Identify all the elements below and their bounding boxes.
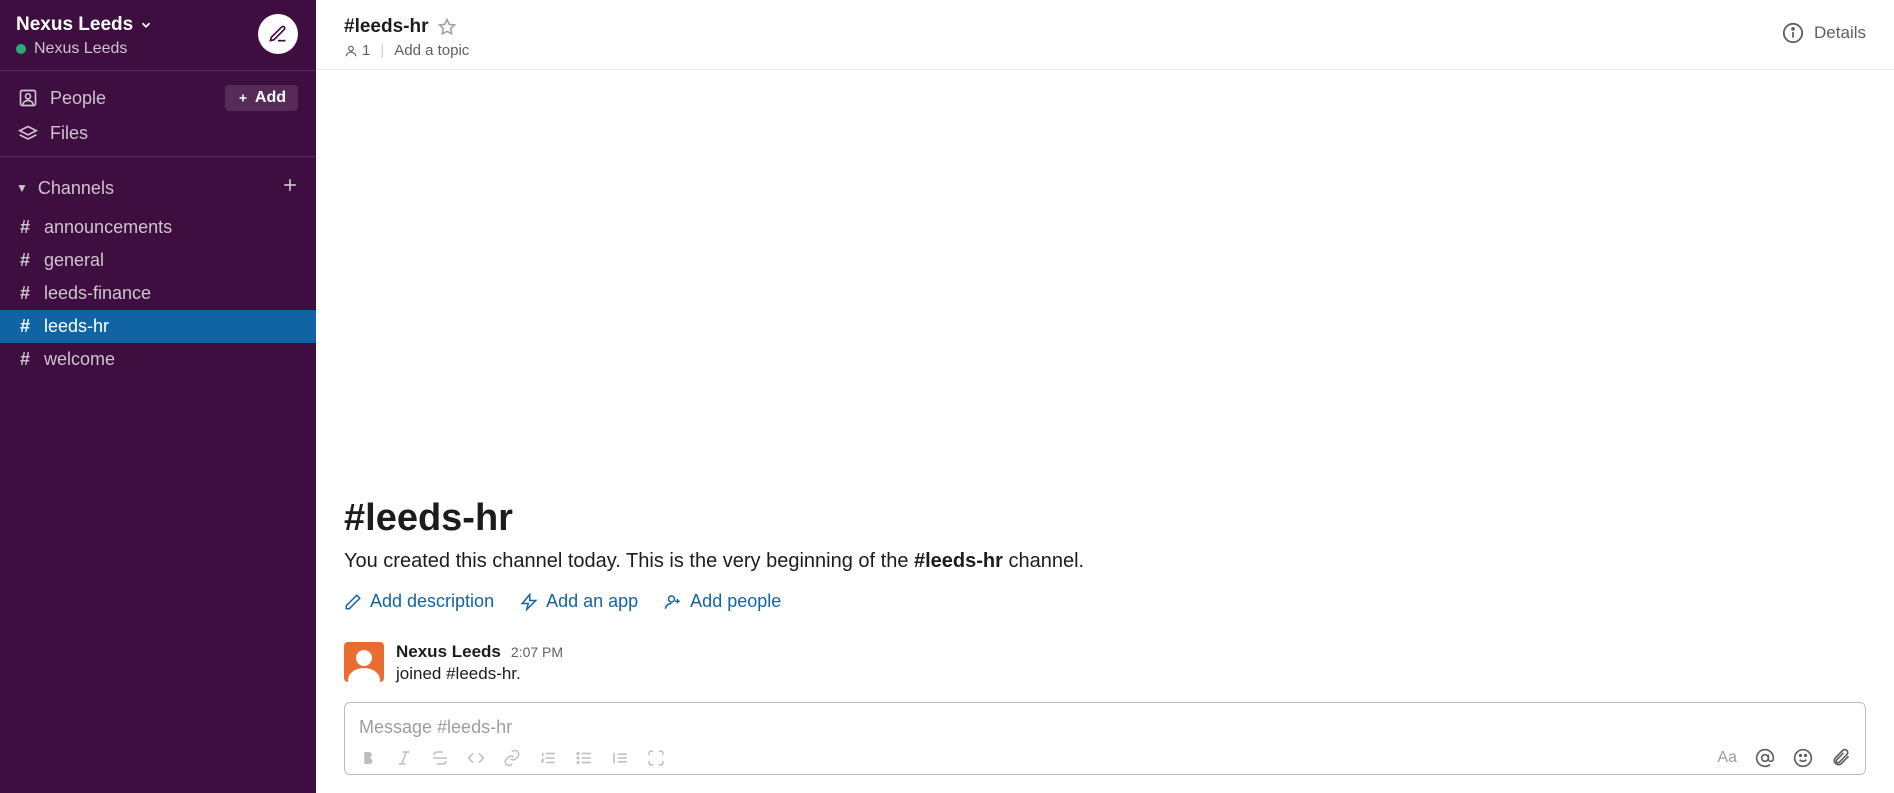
files-icon (18, 124, 38, 144)
channel-intro: #leeds-hr You created this channel today… (344, 317, 1866, 624)
composer-area: Aa (316, 694, 1894, 793)
info-icon[interactable] (1782, 22, 1804, 44)
emoji-button[interactable] (1793, 748, 1813, 768)
channels-header-toggle[interactable]: ▼ Channels (16, 178, 114, 199)
code-block-button[interactable] (647, 749, 665, 767)
sidebar-item-label: People (50, 88, 106, 109)
intro-text: You created this channel today. This is … (344, 550, 1866, 573)
workspace-name: Nexus Leeds (16, 14, 133, 36)
bold-button[interactable] (359, 749, 377, 767)
sidebar: Nexus Leeds Nexus Leeds People Add (0, 0, 316, 793)
message-list: #leeds-hr You created this channel today… (316, 70, 1894, 694)
channel-item-general[interactable]: # general (0, 244, 316, 277)
channel-item-label: announcements (44, 217, 172, 238)
message-timestamp: 2:07 PM (511, 644, 563, 660)
channel-item-label: leeds-finance (44, 283, 151, 304)
add-app-link[interactable]: Add an app (520, 591, 638, 612)
link-button[interactable] (503, 749, 521, 767)
bullet-list-button[interactable] (575, 749, 593, 767)
system-message: Nexus Leeds 2:07 PM joined #leeds-hr. (344, 624, 1866, 694)
message-author[interactable]: Nexus Leeds (396, 642, 501, 662)
message-text: joined #leeds-hr. (396, 664, 563, 684)
channel-item-label: general (44, 250, 104, 271)
add-channel-button[interactable] (280, 175, 300, 201)
intro-heading: #leeds-hr (344, 497, 1866, 540)
blockquote-button[interactable] (611, 749, 629, 767)
hash-icon: # (16, 250, 34, 271)
separator: | (380, 42, 384, 59)
strikethrough-button[interactable] (431, 749, 449, 767)
presence-dot-icon (16, 44, 26, 54)
avatar[interactable] (344, 642, 384, 682)
format-toggle-button[interactable]: Aa (1717, 749, 1737, 767)
current-user-name: Nexus Leeds (34, 40, 127, 58)
main-panel: #leeds-hr 1 | Add a topic Details #leeds… (316, 0, 1894, 793)
channel-item-label: welcome (44, 349, 115, 370)
add-description-link[interactable]: Add description (344, 591, 494, 612)
message-composer[interactable]: Aa (344, 702, 1866, 775)
sidebar-nav-section: People Add Files (0, 71, 316, 157)
hash-icon: # (16, 316, 34, 337)
compose-icon (268, 24, 288, 44)
compose-button[interactable] (258, 14, 298, 54)
plus-icon (237, 92, 249, 104)
channels-section: ▼ Channels # announcements # general # leeds-… (0, 157, 316, 376)
channel-item-welcome[interactable]: # welcome (0, 343, 316, 376)
member-count[interactable]: 1 (344, 42, 370, 59)
add-people-link[interactable]: Add people (664, 591, 781, 612)
channel-item-label: leeds-hr (44, 316, 109, 337)
sidebar-item-files[interactable]: Files (10, 117, 306, 150)
ordered-list-button[interactable] (539, 749, 557, 767)
mention-button[interactable] (1755, 748, 1775, 768)
people-icon (18, 88, 38, 108)
add-pill-label: Add (255, 89, 286, 107)
details-button[interactable]: Details (1814, 23, 1866, 43)
add-people-pill[interactable]: Add (225, 85, 298, 111)
channel-item-announcements[interactable]: # announcements (0, 211, 316, 244)
hash-icon: # (16, 349, 34, 370)
code-button[interactable] (467, 749, 485, 767)
hash-icon: # (16, 283, 34, 304)
sidebar-header: Nexus Leeds Nexus Leeds (0, 0, 316, 71)
channels-header-label: Channels (38, 178, 114, 199)
star-icon[interactable] (438, 18, 456, 36)
hash-icon: # (16, 217, 34, 238)
channel-title[interactable]: #leeds-hr (344, 16, 428, 38)
chevron-down-icon (139, 18, 153, 32)
channel-item-leeds-hr[interactable]: # leeds-hr (0, 310, 316, 343)
channel-item-leeds-finance[interactable]: # leeds-finance (0, 277, 316, 310)
plus-icon (280, 175, 300, 195)
message-input[interactable] (359, 713, 1851, 748)
person-icon (344, 44, 358, 58)
add-topic-link[interactable]: Add a topic (394, 42, 469, 59)
channel-header: #leeds-hr 1 | Add a topic Details (316, 0, 1894, 70)
workspace-switcher[interactable]: Nexus Leeds (16, 14, 153, 36)
composer-toolbar: Aa (359, 748, 1851, 768)
sidebar-item-label: Files (50, 123, 88, 144)
pencil-icon (344, 593, 362, 611)
add-person-icon (664, 593, 682, 611)
caret-down-icon: ▼ (16, 181, 28, 195)
sidebar-item-people[interactable]: People Add (10, 79, 306, 117)
lightning-icon (520, 593, 538, 611)
italic-button[interactable] (395, 749, 413, 767)
presence-row: Nexus Leeds (16, 40, 153, 58)
attach-button[interactable] (1831, 748, 1851, 768)
